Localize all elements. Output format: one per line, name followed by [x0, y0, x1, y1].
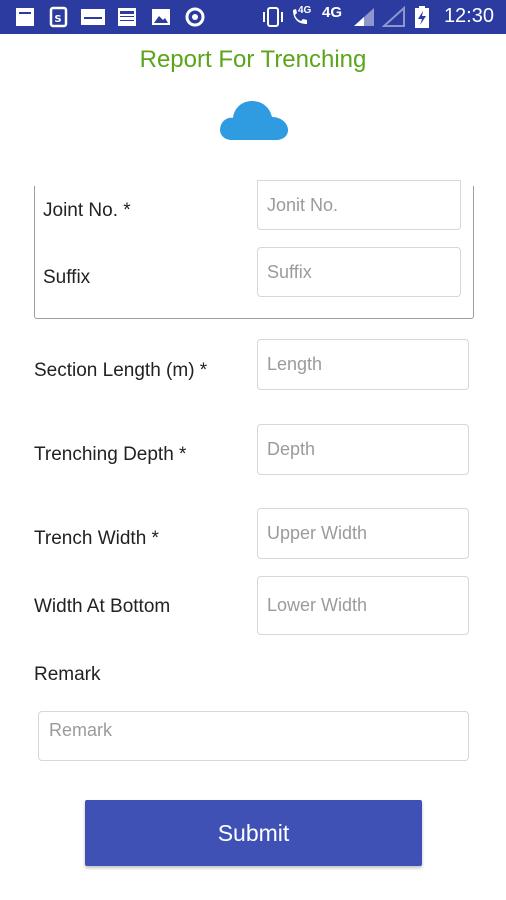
signal-weak-icon — [382, 6, 405, 27]
joint-no-label: Joint No. * — [43, 200, 131, 221]
lower-width-field[interactable] — [257, 576, 469, 635]
trenching-depth-label: Trenching Depth * — [34, 444, 187, 465]
trenching-report-screen: S 4G 4G 12:30 Report For Trenching Joint… — [0, 0, 506, 900]
remark-label: Remark — [34, 664, 101, 685]
signal-icon — [354, 8, 374, 26]
page-title: Report For Trenching — [139, 46, 367, 73]
svg-text:S: S — [54, 14, 61, 25]
width-at-bottom-label: Width At Bottom — [34, 596, 171, 617]
battery-charging-icon — [415, 6, 429, 28]
circle-status-icon — [185, 7, 205, 27]
notification-doc-icon: S — [49, 6, 68, 28]
trenching-depth-field[interactable] — [257, 424, 469, 475]
upper-width-field[interactable] — [257, 508, 469, 559]
section-length-field[interactable] — [257, 339, 469, 390]
notification-square-icon — [16, 8, 34, 26]
network-type: 4G — [322, 4, 343, 21]
notification-app-icon — [118, 8, 136, 26]
joint-no-field[interactable] — [257, 180, 461, 230]
suffix-label: Suffix — [43, 267, 91, 288]
submit-button[interactable]: Submit — [85, 800, 422, 866]
section-length-label: Section Length (m) * — [34, 360, 208, 381]
status-time: 12:30 — [443, 5, 494, 27]
vibrate-icon — [263, 7, 283, 27]
gallery-icon — [152, 9, 170, 25]
suffix-field[interactable] — [257, 247, 461, 297]
network-type-small: 4G — [298, 5, 312, 16]
status-bar: S 4G 4G 12:30 — [0, 0, 506, 34]
cloud-icon — [220, 101, 288, 140]
notification-keyboard-icon — [81, 9, 105, 25]
trench-width-label: Trench Width * — [34, 528, 159, 549]
remark-field[interactable] — [38, 711, 469, 761]
